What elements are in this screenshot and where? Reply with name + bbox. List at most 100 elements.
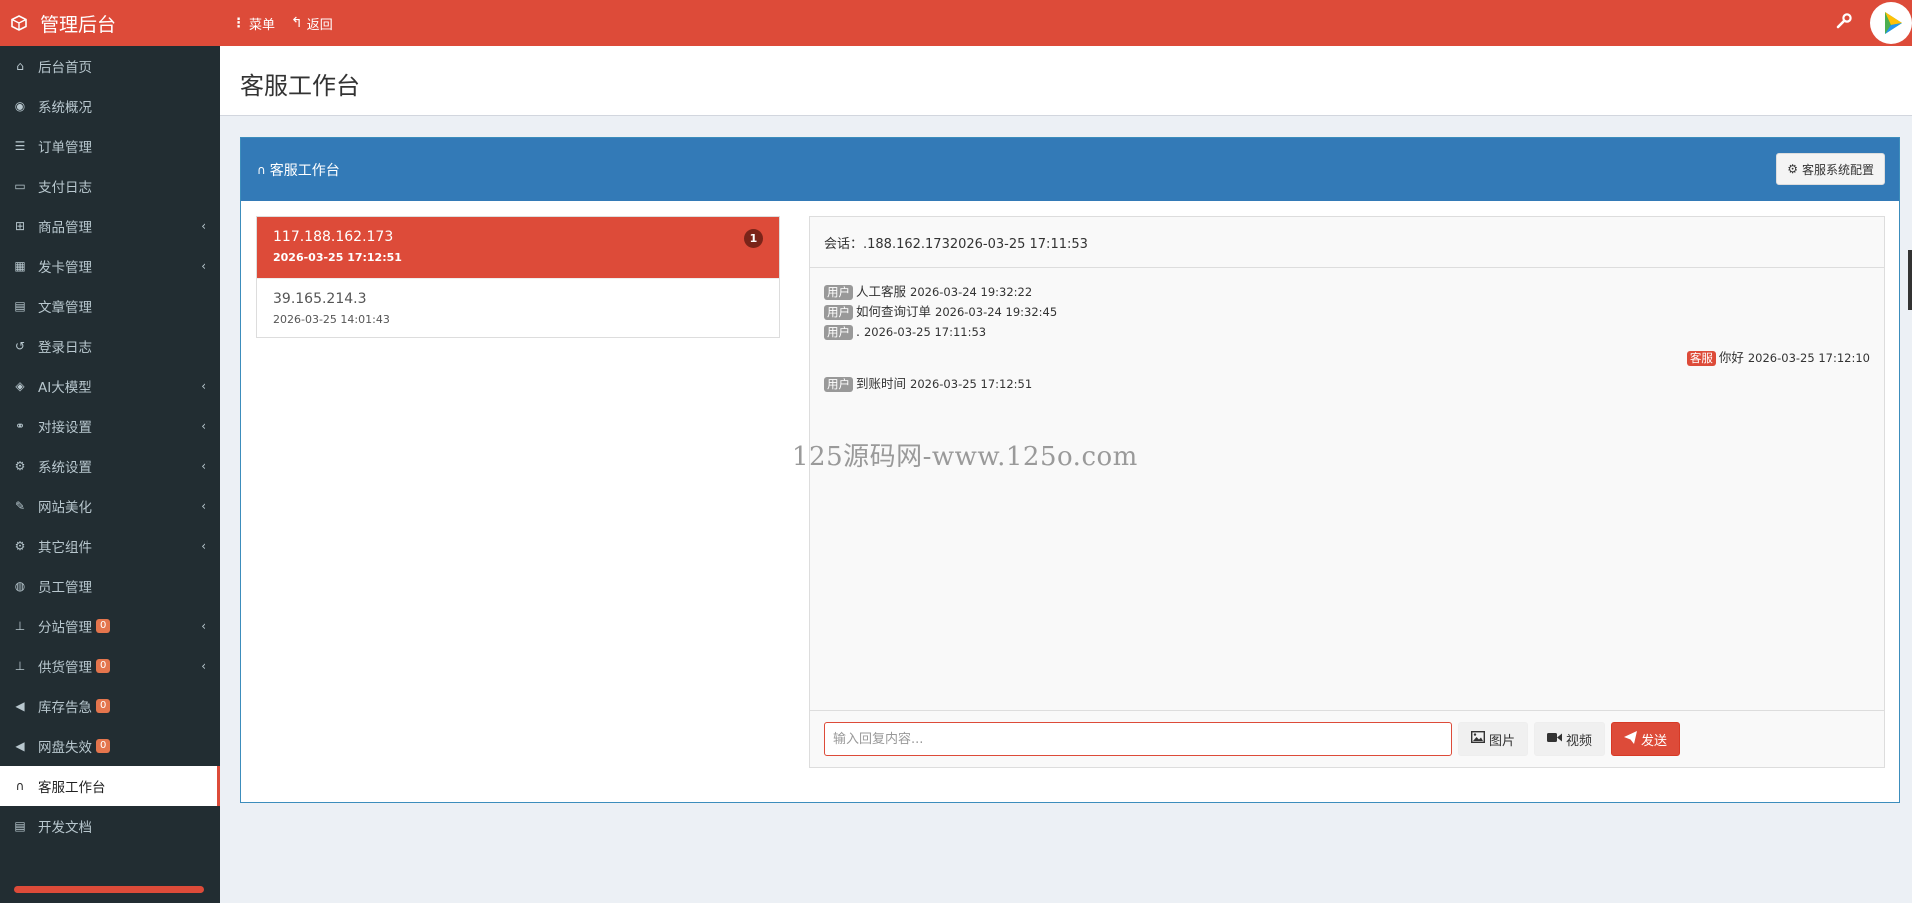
- sidebar-item-label: 库存告急: [38, 700, 92, 716]
- sidebar: ⌂ 后台首页 ◉ 系统概况 ☰ 订单管理 ▭ 支付日志 ⊞ 商品管理 ‹ ▦ 发卡管理 ‹ ▤ 文章管理 ↺ 登录…: [0, 46, 220, 903]
- send-button[interactable]: 发送: [1611, 722, 1681, 756]
- bullhorn-icon: ◀: [15, 699, 25, 713]
- brand-logo[interactable]: 管理后台: [0, 0, 220, 46]
- sidebar-item-label: 供货管理: [38, 660, 92, 676]
- sidebar-item-14[interactable]: ⊥ 分站管理 0 ‹: [0, 606, 220, 646]
- sidebar-item-label: 网站美化: [38, 500, 92, 516]
- sidebar-item-12[interactable]: ⚙ 其它组件 ‹: [0, 526, 220, 566]
- cube-icon: [10, 14, 28, 32]
- session-ip: 39.165.214.3: [273, 291, 367, 307]
- sidebar-item-19[interactable]: ▤ 开发文档: [0, 806, 220, 846]
- sidebar-item-4[interactable]: ⊞ 商品管理 ‹: [0, 206, 220, 246]
- box-title: 客服工作台: [269, 162, 340, 179]
- chat-message: 客服 你好 2026-03-25 17:12:10: [824, 348, 1870, 368]
- sidebar-item-label: 系统设置: [38, 460, 92, 476]
- watermark: 125源码网-www.125o.com: [792, 442, 1138, 472]
- sidebar-item-18[interactable]: ∩ 客服工作台: [0, 766, 220, 806]
- dashboard-icon: ◉: [14, 99, 26, 113]
- history-icon: ↺: [14, 339, 26, 353]
- chat-panel: 会话：.188.162.1732026-03-25 17:11:53 用户 人工客…: [809, 216, 1885, 768]
- menu-toggle-button[interactable]: ⋮ 菜单: [232, 14, 275, 33]
- user-tag: 用户: [824, 304, 853, 320]
- reply-arrow-icon: ↰: [291, 15, 303, 31]
- brush-icon: ✎: [14, 499, 26, 513]
- sitemap-icon: ⊥: [14, 659, 26, 673]
- message-time: 2026-03-25 17:12:10: [1747, 351, 1870, 365]
- session-ip: 117.188.162.173: [273, 229, 394, 245]
- user-avatar[interactable]: [1870, 2, 1912, 44]
- chevron-left-icon: ‹: [201, 539, 206, 553]
- session-item[interactable]: 39.165.214.3 2026-03-25 14:01:43: [257, 278, 779, 339]
- message-text: 到账时间: [856, 376, 907, 391]
- count-badge: 0: [96, 659, 111, 673]
- page-scrollbar[interactable]: [1908, 250, 1912, 310]
- count-badge: 0: [96, 739, 111, 753]
- sidebar-item-label: 文章管理: [38, 300, 92, 316]
- menu-toggle-label: 菜单: [249, 17, 276, 33]
- sidebar-item-label: 后台首页: [38, 60, 92, 76]
- sidebar-item-15[interactable]: ⊥ 供货管理 0 ‹: [0, 646, 220, 686]
- sidebar-item-13[interactable]: ◍ 员工管理: [0, 566, 220, 606]
- sidebar-item-label: 对接设置: [38, 420, 92, 436]
- back-label: 返回: [306, 17, 333, 33]
- message-text: 如何查询订单: [856, 304, 932, 319]
- sidebar-item-5[interactable]: ▦ 发卡管理 ‹: [0, 246, 220, 286]
- count-badge: 0: [96, 699, 111, 713]
- sidebar-item-8[interactable]: ◈ AI大模型 ‹: [0, 366, 220, 406]
- list-icon: ☰: [14, 139, 26, 153]
- sidebar-item-11[interactable]: ✎ 网站美化 ‹: [0, 486, 220, 526]
- image-button-label: 图片: [1489, 733, 1516, 749]
- message-text: .: [856, 324, 860, 339]
- wrench-icon[interactable]: [1836, 13, 1852, 33]
- image-icon: [1470, 730, 1486, 747]
- sidebar-item-10[interactable]: ⚙ 系统设置 ‹: [0, 446, 220, 486]
- chat-message: 用户. 2026-03-25 17:11:53: [824, 322, 1870, 342]
- content-header: 客服工作台: [220, 46, 1912, 116]
- link-icon: ⚭: [14, 419, 26, 433]
- sidebar-item-2[interactable]: ☰ 订单管理: [0, 126, 220, 166]
- video-button-label: 视频: [1566, 733, 1593, 749]
- chevron-left-icon: ‹: [201, 659, 206, 673]
- cs-config-button[interactable]: ⚙ 客服系统配置: [1776, 153, 1885, 185]
- sidebar-item-label: 支付日志: [38, 180, 92, 196]
- chevron-left-icon: ‹: [201, 259, 206, 273]
- message-time: 2026-03-25 17:11:53: [863, 325, 987, 339]
- bullhorn-icon: ◀: [15, 739, 25, 753]
- user-tag: 用户: [824, 324, 853, 340]
- sidebar-item-1[interactable]: ◉ 系统概况: [0, 86, 220, 126]
- sidebar-scrollbar[interactable]: [14, 886, 204, 893]
- sidebar-item-0[interactable]: ⌂ 后台首页: [0, 46, 220, 86]
- chat-footer: 图片 视频 发送: [810, 710, 1884, 767]
- session-item-active[interactable]: 117.188.162.173 2026-03-25 17:12:51 1: [257, 217, 779, 278]
- session-list: 117.188.162.173 2026-03-25 17:12:51 1 39…: [256, 216, 780, 338]
- back-button[interactable]: ↰ 返回: [291, 14, 333, 33]
- chat-message: 用户 人工客服 2026-03-24 19:32:22: [824, 282, 1870, 302]
- sidebar-item-3[interactable]: ▭ 支付日志: [0, 166, 220, 206]
- brand-title: 管理后台: [40, 13, 117, 36]
- reply-input[interactable]: [824, 722, 1452, 756]
- page-title: 客服工作台: [240, 72, 360, 100]
- sidebar-item-9[interactable]: ⚭ 对接设置 ‹: [0, 406, 220, 446]
- message-time: 2026-03-24 19:32:45: [935, 305, 1058, 319]
- video-camera-icon: [1547, 732, 1563, 747]
- sidebar-menu: ⌂ 后台首页 ◉ 系统概况 ☰ 订单管理 ▭ 支付日志 ⊞ 商品管理 ‹ ▦ 发卡管理 ‹ ▤ 文章管理 ↺ 登录…: [0, 46, 220, 846]
- chat-message: 用户 到账时间 2026-03-25 17:12:51: [824, 374, 1870, 394]
- user-tag: 用户: [824, 376, 853, 392]
- sidebar-item-16[interactable]: ◀ 库存告急 0: [0, 686, 220, 726]
- session-time: 2026-03-25 14:01:43: [273, 313, 390, 326]
- video-button[interactable]: 视频: [1534, 722, 1606, 756]
- sidebar-item-7[interactable]: ↺ 登录日志: [0, 326, 220, 366]
- agent-tag: 客服: [1686, 350, 1716, 366]
- headset-icon: ∩: [257, 162, 266, 177]
- message-text: 你好: [1718, 350, 1744, 365]
- book-icon: ▤: [14, 819, 26, 833]
- cogs-icon: ⚙: [14, 539, 26, 553]
- home-icon: ⌂: [16, 59, 24, 73]
- sidebar-item-17[interactable]: ◀ 网盘失效 0: [0, 726, 220, 766]
- book-icon: ▤: [14, 299, 26, 313]
- image-button[interactable]: 图片: [1458, 722, 1529, 756]
- chevron-left-icon: ‹: [201, 459, 206, 473]
- paper-plane-icon: [1624, 730, 1638, 748]
- sidebar-item-6[interactable]: ▤ 文章管理: [0, 286, 220, 326]
- chat-messages[interactable]: 用户 人工客服 2026-03-24 19:32:22 用户 如何查询订单 2026-03…: [810, 268, 1884, 711]
